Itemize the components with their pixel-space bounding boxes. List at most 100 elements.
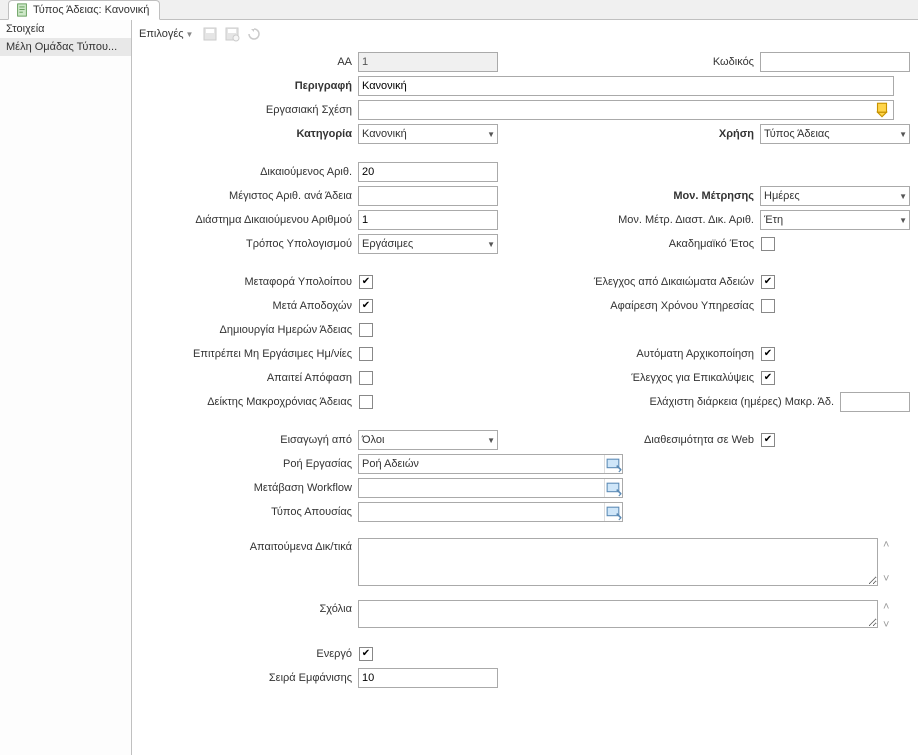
select-interval-unit-value: Έτη: [764, 214, 783, 226]
chevron-down-icon: ▼: [899, 216, 907, 225]
label-entitled-num: Δικαιούμενος Αριθ.: [136, 166, 358, 178]
label-create-leave-days: Δημιουργία Ημερών Άδειας: [136, 324, 358, 336]
checkbox-overlap-check[interactable]: [761, 371, 775, 385]
chevron-down-icon: ▼: [487, 130, 495, 139]
label-allow-nonwork: Επιτρέπει Μη Εργάσιμες Ημ/νίες: [136, 348, 358, 360]
chevron-down-icon: ▼: [487, 436, 495, 445]
lookup-icon[interactable]: [604, 455, 622, 473]
label-requires-decision: Απαιτεί Απόφαση: [136, 372, 358, 384]
toolbar-options[interactable]: Επιλογές ▼: [136, 26, 196, 42]
select-unit-value: Ημέρες: [764, 190, 800, 202]
tab-bar: Τύπος Άδειας: Κανονική: [0, 0, 918, 20]
label-paid: Μετά Αποδοχών: [136, 300, 358, 312]
select-insert-by[interactable]: Όλοι ▼: [358, 430, 498, 450]
main-panel: Επιλογές ▼ ΑΑ Κωδικός: [132, 20, 918, 755]
label-workflow: Ροή Εργασίας: [136, 458, 358, 470]
input-code[interactable]: [760, 52, 910, 72]
lookup-work-relation[interactable]: [358, 100, 894, 120]
label-category: Κατηγορία: [136, 128, 358, 140]
label-usage: Χρήση: [580, 128, 760, 140]
label-calc-method: Τρόπος Υπολογισμού: [136, 238, 358, 250]
checkbox-create-leave-days[interactable]: [359, 323, 373, 337]
label-required-docs: Απαιτούμενα Δικ/τικά: [136, 538, 358, 553]
select-insert-by-value: Όλοι: [362, 434, 384, 446]
toolbar: Επιλογές ▼: [136, 24, 910, 50]
refresh-icon: [246, 26, 262, 42]
label-interval-entitled: Διάστημα Δικαιούμενου Αριθμού: [136, 214, 358, 226]
label-deduct-service: Αφαίρεση Χρόνου Υπηρεσίας: [580, 300, 760, 312]
save-icon: [202, 26, 218, 42]
checkbox-active[interactable]: [359, 647, 373, 661]
select-calc-method-value: Εργάσιμες: [362, 238, 413, 250]
input-min-long-days[interactable]: [840, 392, 910, 412]
select-calc-method[interactable]: Εργάσιμες ▼: [358, 234, 498, 254]
toolbar-options-label: Επιλογές: [139, 28, 184, 40]
checkbox-carry-over[interactable]: [359, 275, 373, 289]
label-active: Ενεργό: [136, 648, 358, 660]
label-long-leave-indicator: Δείκτης Μακροχρόνιας Άδειας: [136, 396, 358, 408]
label-carry-over: Μεταφορά Υπολοίπου: [136, 276, 358, 288]
label-display-order: Σειρά Εμφάνισης: [136, 672, 358, 684]
checkbox-web-avail[interactable]: [761, 433, 775, 447]
checkbox-academic-year[interactable]: [761, 237, 775, 251]
select-unit[interactable]: Ημέρες ▼: [760, 186, 910, 206]
input-interval-entitled[interactable]: [358, 210, 498, 230]
tab-title: Τύπος Άδειας: Κανονική: [33, 4, 149, 16]
lookup-icon[interactable]: [604, 503, 622, 521]
checkbox-rights-check[interactable]: [761, 275, 775, 289]
checkbox-paid[interactable]: [359, 299, 373, 313]
checkbox-requires-decision[interactable]: [359, 371, 373, 385]
label-rights-check: Έλεγχος από Δικαιώματα Αδειών: [580, 276, 760, 288]
scrollbar[interactable]: ˄˅: [878, 600, 894, 632]
scrollbar[interactable]: ˄˅: [878, 538, 894, 586]
checkbox-long-leave-indicator[interactable]: [359, 395, 373, 409]
label-auto-init: Αυτόματη Αρχικοποίηση: [580, 348, 760, 360]
chevron-down-icon: ▼: [899, 192, 907, 201]
textarea-comments[interactable]: [358, 600, 878, 628]
input-max-per-leave[interactable]: [358, 186, 498, 206]
label-code: Κωδικός: [580, 56, 760, 68]
label-academic-year: Ακαδημαϊκό Έτος: [580, 238, 760, 250]
input-aa: [358, 52, 498, 72]
sidebar-item-details[interactable]: Στοιχεία: [0, 20, 131, 38]
sidebar-item-team[interactable]: Μέλη Ομάδας Τύπου...: [0, 38, 131, 56]
document-icon: [15, 3, 29, 17]
input-description[interactable]: [358, 76, 894, 96]
label-description: Περιγραφή: [136, 80, 358, 92]
lookup-icon[interactable]: [604, 479, 622, 497]
chevron-down-icon: ▼: [186, 30, 194, 39]
select-usage[interactable]: Τύπος Άδειας ▼: [760, 124, 910, 144]
save-new-icon: [224, 26, 240, 42]
select-category[interactable]: Κανονική ▼: [358, 124, 498, 144]
label-work-relation: Εργασιακή Σχέση: [136, 104, 358, 116]
lookup-workflow-transition[interactable]: [358, 478, 623, 498]
textarea-required-docs[interactable]: [358, 538, 878, 586]
label-overlap-check: Έλεγχος για Επικαλύψεις: [580, 372, 760, 384]
down-arrow-icon: [873, 101, 891, 119]
lookup-workflow-value: Ροή Αδειών: [359, 458, 604, 470]
lookup-absence-type[interactable]: [358, 502, 623, 522]
checkbox-allow-nonwork[interactable]: [359, 347, 373, 361]
sidebar: Στοιχεία Μέλη Ομάδας Τύπου...: [0, 20, 132, 755]
select-usage-value: Τύπος Άδειας: [764, 128, 830, 140]
label-web-avail: Διαθεσιμότητα σε Web: [580, 434, 760, 446]
select-category-value: Κανονική: [362, 128, 407, 140]
label-workflow-transition: Μετάβαση Workflow: [136, 482, 358, 494]
input-display-order[interactable]: [358, 668, 498, 688]
label-unit: Μον. Μέτρησης: [580, 190, 760, 202]
input-entitled-num[interactable]: [358, 162, 498, 182]
label-insert-by: Εισαγωγή από: [136, 434, 358, 446]
select-interval-unit[interactable]: Έτη ▼: [760, 210, 910, 230]
label-aa: ΑΑ: [136, 56, 358, 68]
tab-active[interactable]: Τύπος Άδειας: Κανονική: [8, 0, 160, 20]
label-comments: Σχόλια: [136, 600, 358, 615]
chevron-down-icon: ▼: [487, 240, 495, 249]
chevron-down-icon: ▼: [899, 130, 907, 139]
checkbox-auto-init[interactable]: [761, 347, 775, 361]
lookup-workflow[interactable]: Ροή Αδειών: [358, 454, 623, 474]
label-min-long-days: Ελάχιστη διάρκεια (ημέρες) Μακρ. Άδ.: [610, 396, 840, 408]
label-max-per-leave: Μέγιστος Αριθ. ανά Άδεια: [136, 190, 358, 202]
label-interval-unit: Μον. Μέτρ. Διαστ. Δικ. Αριθ.: [580, 214, 760, 226]
label-absence-type: Τύπος Απουσίας: [136, 506, 358, 518]
checkbox-deduct-service[interactable]: [761, 299, 775, 313]
